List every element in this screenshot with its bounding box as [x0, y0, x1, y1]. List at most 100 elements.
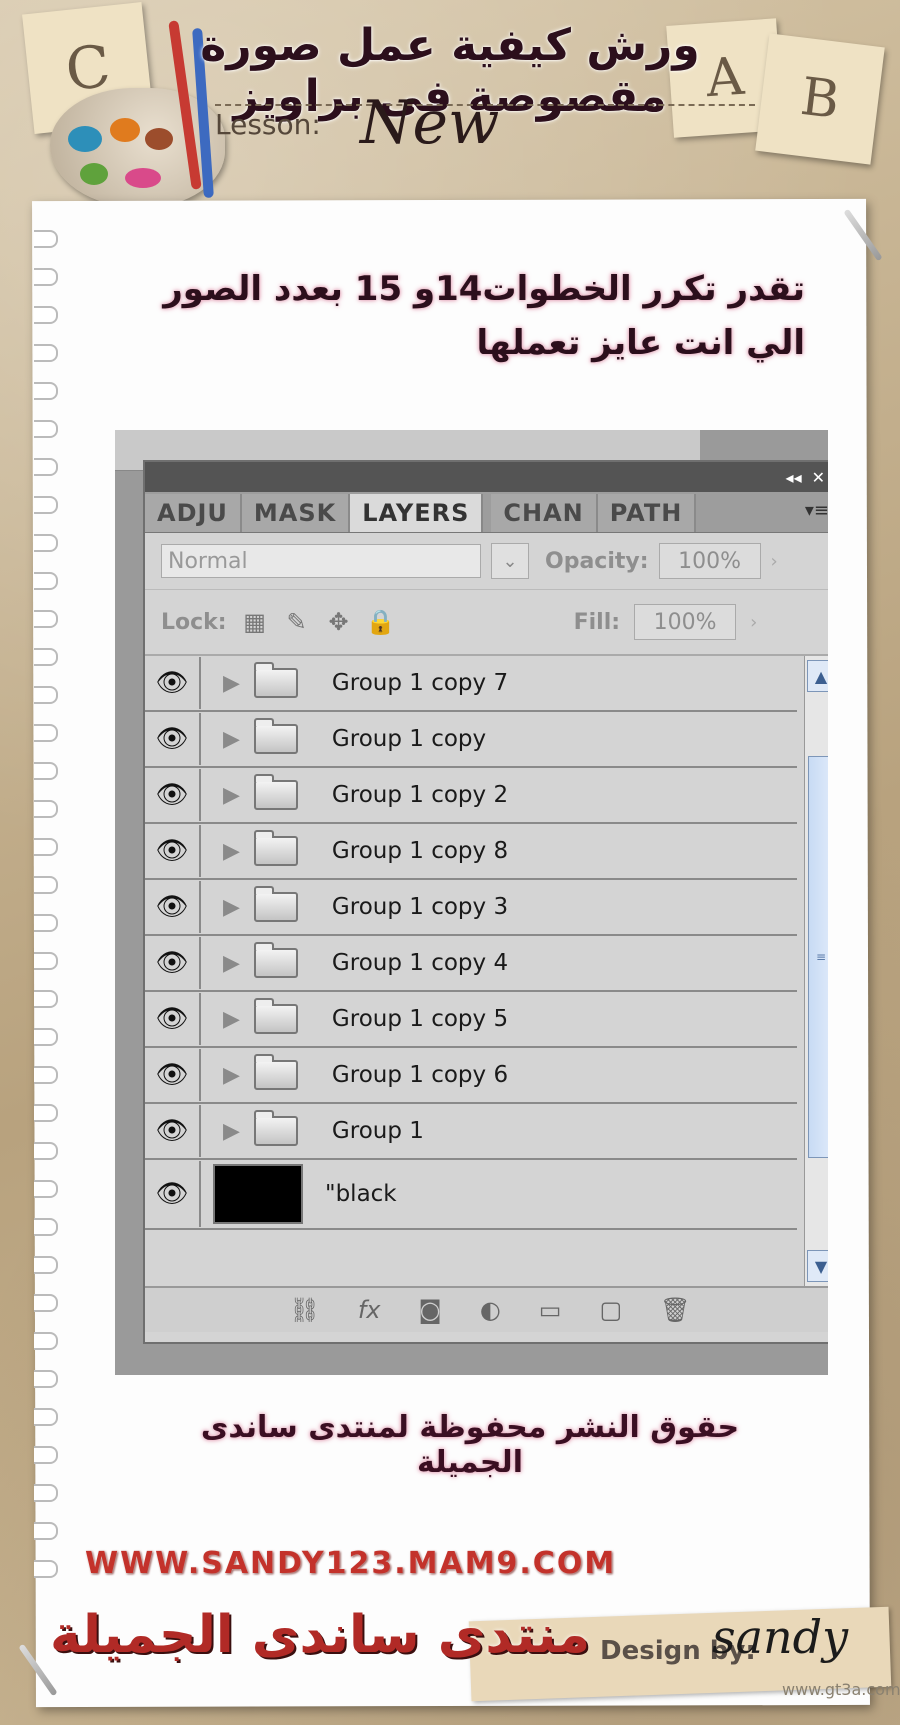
folder-icon: [253, 774, 298, 810]
tab-layers[interactable]: LAYERS: [350, 494, 484, 532]
panel-menu-icon[interactable]: ▾≡: [805, 500, 828, 521]
new-layer-icon[interactable]: ▢: [599, 1296, 622, 1324]
eye-visibility-icon[interactable]: 👁: [145, 993, 201, 1045]
layer-row[interactable]: 👁 ▶ Group 1 copy 6: [145, 1048, 797, 1104]
folder-icon: [253, 830, 298, 866]
eye-visibility-icon[interactable]: 👁: [145, 1049, 201, 1101]
layer-row[interactable]: 👁 "black: [145, 1160, 797, 1230]
lock-row: Lock: ▦ ✎ ✥ 🔒 Fill: 100% ›: [145, 590, 828, 656]
layer-row[interactable]: 👁 ▶ Group 1 copy 3: [145, 880, 797, 936]
chevron-up-icon[interactable]: ▲: [807, 660, 828, 692]
layers-panel: ◂◂ ✕ ADJU MASK LAYERS CHAN PATH ▾≡ Norma…: [143, 460, 828, 1344]
blend-row: Normal ⌄ Opacity: 100% ›: [145, 533, 828, 590]
layer-row[interactable]: 👁 ▶ Group 1 copy 2: [145, 768, 797, 824]
expand-triangle-icon[interactable]: ▶: [223, 839, 240, 864]
expand-triangle-icon[interactable]: ▶: [223, 1119, 240, 1144]
folder-icon: [253, 1110, 298, 1146]
lock-position-move-icon[interactable]: ✥: [325, 608, 353, 636]
chevron-down-icon[interactable]: ⌄: [491, 543, 529, 579]
mask-icon[interactable]: ◙: [419, 1296, 442, 1324]
copyright-text: حقوق النشر محفوظة لمنتدى ساندى الجميلة: [200, 1410, 740, 1480]
layer-name: Group 1 copy: [331, 726, 487, 752]
layer-row[interactable]: 👁 ▶ Group 1: [145, 1104, 797, 1160]
eye-visibility-icon[interactable]: 👁: [145, 1105, 201, 1157]
lock-transparency-icon[interactable]: ▦: [241, 608, 269, 636]
chevron-down-icon[interactable]: ▼: [807, 1250, 828, 1282]
layer-row[interactable]: 👁 ▶ Group 1 copy 8: [145, 824, 797, 880]
layer-thumbnail: [213, 1164, 303, 1224]
adjustment-icon[interactable]: ◐: [480, 1296, 501, 1324]
layer-row[interactable]: 👁 ▶ Group 1 copy 7: [145, 656, 797, 712]
eye-visibility-icon[interactable]: 👁: [145, 1161, 201, 1227]
new-group-icon[interactable]: ▭: [539, 1296, 562, 1324]
close-icon[interactable]: ✕: [812, 468, 825, 487]
folder-icon: [253, 998, 298, 1034]
instruction-text: تقدر تكرر الخطوات14و 15 بعدد الصور الي ا…: [163, 269, 805, 363]
letter-tile-b: B: [755, 33, 885, 165]
expand-triangle-icon[interactable]: ▶: [223, 895, 240, 920]
layer-name: Group 1 copy 3: [331, 894, 509, 920]
eye-visibility-icon[interactable]: 👁: [145, 657, 201, 709]
tile-letter: B: [797, 66, 843, 132]
trash-icon[interactable]: 🗑: [660, 1296, 690, 1324]
layer-name: Group 1 copy 4: [331, 950, 509, 976]
folder-icon: [253, 662, 298, 698]
fill-label: Fill:: [573, 609, 621, 635]
expand-triangle-icon[interactable]: ▶: [223, 783, 240, 808]
eye-visibility-icon[interactable]: 👁: [145, 769, 201, 821]
folder-icon: [253, 886, 298, 922]
lock-all-padlock-icon[interactable]: 🔒: [366, 608, 396, 636]
panel-tabs: ADJU MASK LAYERS CHAN PATH ▾≡: [145, 492, 828, 533]
eye-visibility-icon[interactable]: 👁: [145, 825, 201, 877]
expand-triangle-icon[interactable]: ▶: [223, 671, 240, 696]
blend-mode-select[interactable]: Normal: [161, 544, 481, 578]
lock-image-brush-icon[interactable]: ✎: [283, 608, 311, 636]
layer-row[interactable]: 👁 ▶ Group 1 copy 5: [145, 992, 797, 1048]
watermark: www.gt3a.com: [782, 1680, 900, 1699]
layer-row[interactable]: 👁 ▶ Group 1 copy: [145, 712, 797, 768]
expand-triangle-icon[interactable]: ▶: [223, 1063, 240, 1088]
opacity-label: Opacity:: [545, 548, 649, 574]
tab-paths[interactable]: PATH: [597, 494, 697, 532]
layer-row[interactable]: 👁 ▶ Group 1 copy 4: [145, 936, 797, 992]
tab-masks[interactable]: MASK: [241, 494, 351, 532]
folder-icon: [253, 1054, 298, 1090]
expand-triangle-icon[interactable]: ▶: [223, 1007, 240, 1032]
photoshop-screenshot: ◂◂ ✕ ADJU MASK LAYERS CHAN PATH ▾≡ Norma…: [115, 430, 828, 1375]
link-icon[interactable]: ⛓: [289, 1296, 319, 1324]
lesson-label: Lesson:: [215, 108, 321, 141]
layer-name: Group 1 copy 5: [331, 1006, 509, 1032]
website-url: WWW.SANDY123.MAM9.COM: [85, 1546, 617, 1581]
eye-visibility-icon[interactable]: 👁: [145, 937, 201, 989]
panel-titlebar: ◂◂ ✕: [145, 462, 828, 492]
layer-name: Group 1 copy 8: [331, 838, 509, 864]
folder-icon: [253, 942, 298, 978]
chevron-right-icon[interactable]: ›: [750, 612, 757, 633]
layer-name: Group 1 copy 2: [331, 782, 509, 808]
lock-label: Lock:: [161, 609, 227, 635]
layers-list-area: 👁 ▶ Group 1 copy 7 👁 ▶ Group 1 copy 👁 ▶ …: [145, 656, 828, 1286]
fx-icon[interactable]: fx: [358, 1296, 381, 1324]
layer-name: Group 1 copy 7: [331, 670, 509, 696]
fill-field[interactable]: 100%: [634, 604, 737, 640]
forum-name: منتدى ساندى الجميلة: [50, 1605, 591, 1665]
collapse-icon[interactable]: ◂◂: [786, 468, 802, 487]
scrollbar-thumb[interactable]: ≡: [808, 756, 828, 1158]
tab-channels[interactable]: CHAN: [491, 494, 598, 532]
folder-icon: [253, 718, 298, 754]
opacity-field[interactable]: 100%: [658, 543, 761, 579]
eye-visibility-icon[interactable]: 👁: [145, 881, 201, 933]
tab-adjustments[interactable]: ADJU: [145, 494, 242, 532]
expand-triangle-icon[interactable]: ▶: [223, 951, 240, 976]
layer-name: Group 1: [331, 1118, 424, 1144]
lesson-title: New: [360, 88, 500, 158]
layer-name: "black: [325, 1181, 397, 1207]
eye-visibility-icon[interactable]: 👁: [145, 713, 201, 765]
designer-signature: sandy: [712, 1610, 849, 1664]
chevron-right-icon[interactable]: ›: [771, 551, 778, 572]
layers-list: 👁 ▶ Group 1 copy 7 👁 ▶ Group 1 copy 👁 ▶ …: [145, 656, 797, 1230]
layers-scrollbar[interactable]: ▲ ≡ ▼: [804, 656, 828, 1286]
panel-bottom-toolbar: ⛓ fx ◙ ◐ ▭ ▢ 🗑: [145, 1286, 828, 1332]
layer-name: Group 1 copy 6: [331, 1062, 509, 1088]
expand-triangle-icon[interactable]: ▶: [223, 727, 240, 752]
